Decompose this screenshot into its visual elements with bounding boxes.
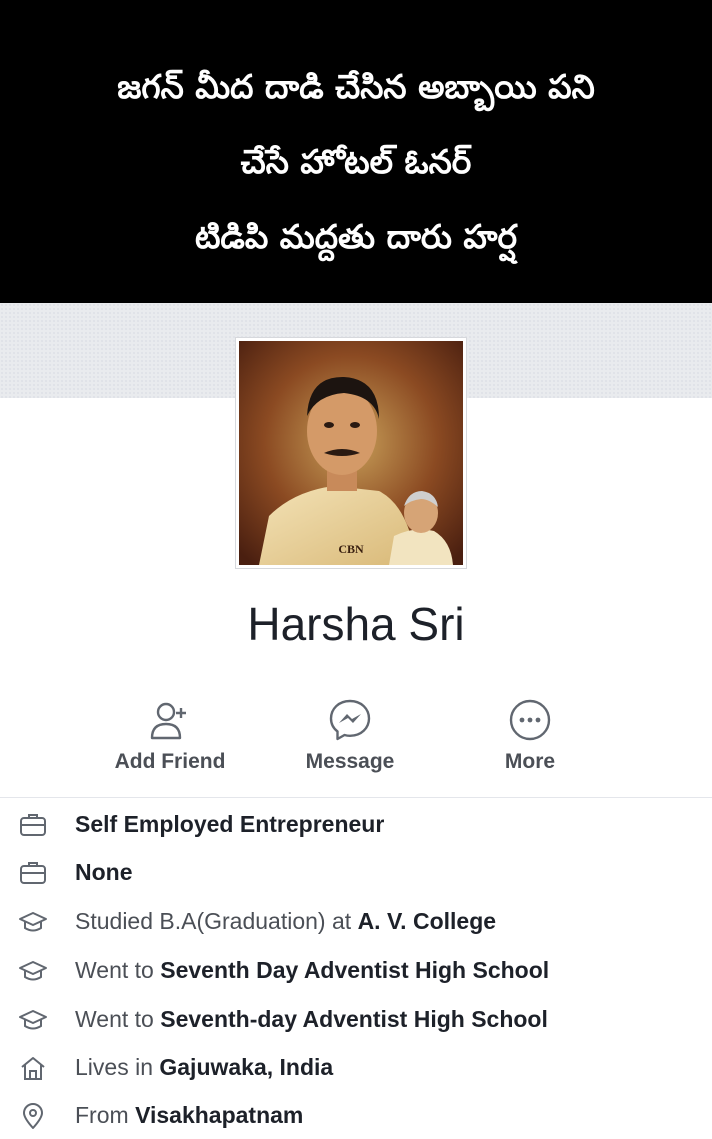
intro-item-education[interactable]: Went to Seventh-day Adventist High Schoo… bbox=[0, 997, 712, 1043]
profile-actions: Add Friend Message More bbox=[0, 698, 712, 788]
profile-picture[interactable]: CBN bbox=[235, 337, 467, 569]
briefcase-icon bbox=[20, 862, 46, 884]
intro-item-text: None bbox=[75, 859, 133, 885]
add-friend-icon bbox=[150, 702, 186, 740]
profile-photo-image: CBN bbox=[239, 341, 463, 565]
intro-item-work[interactable]: None bbox=[0, 850, 712, 896]
intro-item-text: Self Employed Entrepreneur bbox=[75, 811, 385, 837]
intro-item-text: Went to Seventh-day Adventist High Schoo… bbox=[75, 1006, 548, 1032]
add-friend-button[interactable]: Add Friend bbox=[90, 698, 250, 774]
location-pin-icon bbox=[23, 1103, 43, 1129]
photo-caption: CBN bbox=[338, 542, 364, 556]
headline-banner: జగన్ మీద దాడి చేసిన అబ్బాయి పని చేసే హోట… bbox=[0, 0, 712, 303]
headline-line-2: చేసే హోటల్ ఓనర్ bbox=[240, 142, 472, 181]
home-icon bbox=[21, 1057, 45, 1080]
intro-item-text: Went to Seventh Day Adventist High Schoo… bbox=[75, 957, 550, 983]
profile-name: Harsha Sri bbox=[247, 598, 465, 650]
graduation-cap-icon bbox=[19, 961, 47, 981]
intro-item-from[interactable]: From Visakhapatnam bbox=[0, 1093, 712, 1139]
more-icon bbox=[509, 699, 551, 741]
intro-item-lives-in[interactable]: Lives in Gajuwaka, India bbox=[0, 1045, 712, 1091]
graduation-cap-icon bbox=[19, 1010, 47, 1030]
headline-line-3: టిడిపి మద్దతు దారు హర్ష bbox=[194, 217, 518, 256]
add-friend-label: Add Friend bbox=[114, 750, 226, 773]
intro-item-text: From Visakhapatnam bbox=[75, 1102, 304, 1128]
intro-item-text: Studied B.A(Graduation) at A. V. College bbox=[75, 908, 497, 934]
more-label: More bbox=[504, 750, 556, 773]
intro-item-work[interactable]: Self Employed Entrepreneur bbox=[0, 802, 712, 848]
intro-item-education[interactable]: Went to Seventh Day Adventist High Schoo… bbox=[0, 948, 712, 994]
messenger-icon bbox=[329, 699, 371, 741]
message-button[interactable]: Message bbox=[270, 698, 430, 774]
intro-item-text: Lives in Gajuwaka, India bbox=[75, 1054, 334, 1080]
headline-line-1: జగన్ మీద దాడి చేసిన అబ్బాయి పని bbox=[117, 67, 595, 106]
more-button[interactable]: More bbox=[450, 698, 610, 774]
intro-item-education[interactable]: Studied B.A(Graduation) at A. V. College bbox=[0, 899, 712, 945]
graduation-cap-icon bbox=[19, 912, 47, 932]
briefcase-icon bbox=[20, 814, 46, 836]
message-label: Message bbox=[305, 750, 395, 773]
section-divider bbox=[0, 797, 712, 798]
